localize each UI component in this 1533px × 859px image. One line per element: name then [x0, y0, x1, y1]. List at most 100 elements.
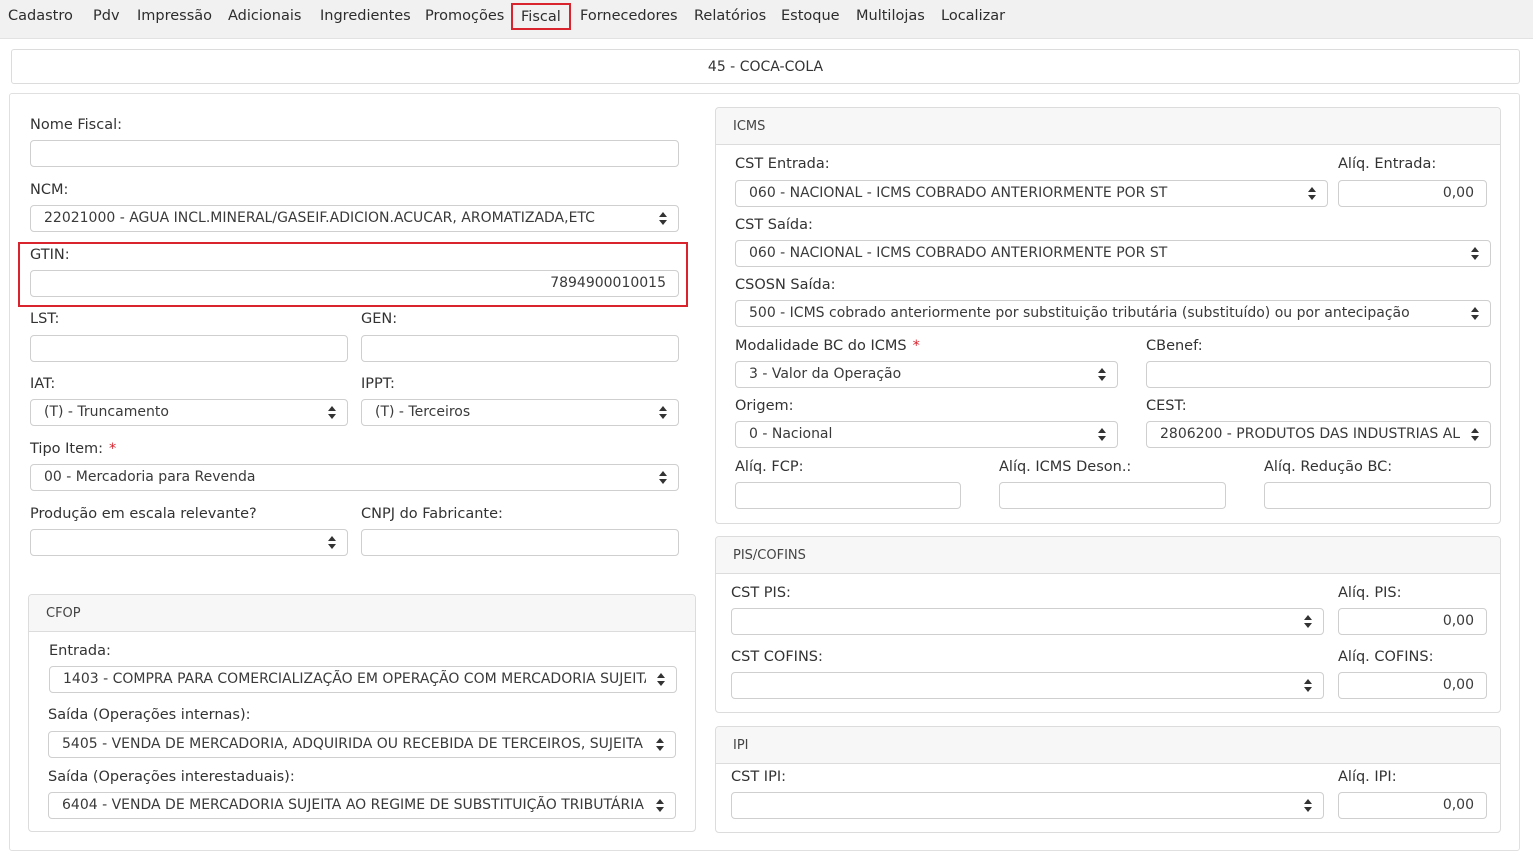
- origem-label: Origem:: [735, 398, 794, 414]
- aliq-ipi-label: Alíq. IPI:: [1338, 769, 1397, 785]
- gtin-label: GTIN:: [30, 247, 70, 263]
- aliq-reducao-bc-input[interactable]: [1264, 482, 1491, 509]
- aliq-pis-input[interactable]: 0,00: [1338, 608, 1487, 635]
- cst-saida-label: CST Saída:: [735, 217, 813, 233]
- menu-item-impressao[interactable]: Impressão: [137, 8, 212, 24]
- cst-pis-label: CST PIS:: [731, 585, 791, 601]
- select-arrows-icon: [657, 673, 666, 686]
- select-arrows-icon: [1304, 615, 1313, 628]
- cfop-entrada-value: 1403 - COMPRA PARA COMERCIALIZAÇÃO EM OP…: [63, 671, 646, 687]
- top-menu-bar: Cadastro Pdv Impressão Adicionais Ingred…: [0, 0, 1533, 39]
- tipo-item-select[interactable]: 00 - Mercadoria para Revenda: [30, 464, 679, 491]
- select-arrows-icon: [328, 536, 337, 549]
- cst-entrada-value: 060 - NACIONAL - ICMS COBRADO ANTERIORME…: [749, 185, 1168, 201]
- cfop-saida-interestaduais-label: Saída (Operações interestaduais):: [48, 769, 295, 785]
- aliq-icms-deson-input[interactable]: [999, 482, 1226, 509]
- select-arrows-icon: [656, 799, 665, 812]
- cest-value: 2806200 - PRODUTOS DAS INDUSTRIAS ALIMEN…: [1160, 426, 1460, 442]
- lst-label: LST:: [30, 311, 60, 327]
- menu-item-relatorios[interactable]: Relatórios: [694, 8, 766, 24]
- cfop-saida-internas-value: 5405 - VENDA DE MERCADORIA, ADQUIRIDA OU…: [62, 736, 645, 752]
- cst-entrada-select[interactable]: 060 - NACIONAL - ICMS COBRADO ANTERIORME…: [735, 180, 1328, 207]
- nome-fiscal-label: Nome Fiscal:: [30, 117, 123, 133]
- aliq-cofins-label: Alíq. COFINS:: [1338, 649, 1434, 665]
- modalidade-bc-select[interactable]: 3 - Valor da Operação: [735, 361, 1118, 388]
- icms-card-header: ICMS: [716, 108, 1500, 145]
- cfop-card-header: CFOP: [29, 595, 695, 632]
- iat-label: IAT:: [30, 376, 56, 392]
- cbenef-input[interactable]: [1146, 361, 1491, 388]
- modalidade-bc-value: 3 - Valor da Operação: [749, 366, 902, 382]
- iat-value: (T) - Truncamento: [44, 404, 169, 420]
- aliq-fcp-input[interactable]: [735, 482, 961, 509]
- cfop-entrada-select[interactable]: 1403 - COMPRA PARA COMERCIALIZAÇÃO EM OP…: [49, 666, 677, 693]
- cfop-saida-internas-select[interactable]: 5405 - VENDA DE MERCADORIA, ADQUIRIDA OU…: [48, 731, 676, 758]
- cest-label: CEST:: [1146, 398, 1187, 414]
- select-arrows-icon: [659, 471, 668, 484]
- menu-item-estoque[interactable]: Estoque: [781, 8, 840, 24]
- cst-saida-select[interactable]: 060 - NACIONAL - ICMS COBRADO ANTERIORME…: [735, 240, 1491, 267]
- cbenef-label: CBenef:: [1146, 338, 1203, 354]
- menu-item-ingredientes[interactable]: Ingredientes: [320, 8, 411, 24]
- pis-cofins-card-header: PIS/COFINS: [716, 537, 1500, 574]
- menu-item-promocoes[interactable]: Promoções: [425, 8, 504, 24]
- cnpj-fabricante-input[interactable]: [361, 529, 679, 556]
- cst-entrada-label: CST Entrada:: [735, 156, 830, 172]
- gen-label: GEN:: [361, 311, 398, 327]
- tipo-item-label: Tipo Item: *: [30, 441, 116, 457]
- select-arrows-icon: [656, 738, 665, 751]
- ncm-label: NCM:: [30, 182, 69, 198]
- aliq-pis-label: Alíq. PIS:: [1338, 585, 1402, 601]
- select-arrows-icon: [659, 406, 668, 419]
- required-mark: *: [912, 338, 920, 354]
- menu-item-fornecedores[interactable]: Fornecedores: [580, 8, 678, 24]
- modalidade-bc-label-text: Modalidade BC do ICMS: [735, 338, 907, 354]
- csosn-saida-select[interactable]: 500 - ICMS cobrado anteriormente por sub…: [735, 300, 1491, 327]
- menu-item-adicionais[interactable]: Adicionais: [228, 8, 301, 24]
- menu-item-pdv[interactable]: Pdv: [93, 8, 120, 24]
- origem-select[interactable]: 0 - Nacional: [735, 421, 1118, 448]
- aliq-cofins-input[interactable]: 0,00: [1338, 672, 1487, 699]
- menu-item-multilojas[interactable]: Multilojas: [856, 8, 925, 24]
- modalidade-bc-label: Modalidade BC do ICMS *: [735, 338, 920, 354]
- iat-select[interactable]: (T) - Truncamento: [30, 399, 348, 426]
- gtin-input[interactable]: 7894900010015: [30, 270, 679, 297]
- cfop-entrada-label: Entrada:: [49, 643, 111, 659]
- cst-ipi-select[interactable]: [731, 792, 1324, 819]
- aliq-ipi-input[interactable]: 0,00: [1338, 792, 1487, 819]
- aliq-reducao-bc-label: Alíq. Redução BC:: [1264, 459, 1393, 475]
- producao-escala-label: Produção em escala relevante?: [30, 506, 257, 522]
- ncm-select[interactable]: 22021000 - AGUA INCL.MINERAL/GASEIF.ADIC…: [30, 205, 679, 232]
- select-arrows-icon: [328, 406, 337, 419]
- ippt-label: IPPT:: [361, 376, 395, 392]
- cfop-saida-interestaduais-value: 6404 - VENDA DE MERCADORIA SUJEITA AO RE…: [62, 797, 645, 813]
- select-arrows-icon: [1471, 247, 1480, 260]
- cst-cofins-select[interactable]: [731, 672, 1324, 699]
- producao-escala-select[interactable]: [30, 529, 348, 556]
- lst-input[interactable]: [30, 335, 348, 362]
- tipo-item-label-text: Tipo Item:: [30, 441, 104, 457]
- product-title: 45 - COCA-COLA: [11, 49, 1520, 84]
- nome-fiscal-input[interactable]: [30, 140, 679, 167]
- gen-input[interactable]: [361, 335, 679, 362]
- cst-ipi-label: CST IPI:: [731, 769, 786, 785]
- select-arrows-icon: [1471, 307, 1480, 320]
- origem-value: 0 - Nacional: [749, 426, 833, 442]
- cest-select[interactable]: 2806200 - PRODUTOS DAS INDUSTRIAS ALIMEN…: [1146, 421, 1491, 448]
- select-arrows-icon: [1308, 187, 1317, 200]
- ippt-select[interactable]: (T) - Terceiros: [361, 399, 679, 426]
- aliq-entrada-input[interactable]: 0,00: [1338, 180, 1487, 207]
- required-mark: *: [109, 441, 117, 457]
- cst-pis-select[interactable]: [731, 608, 1324, 635]
- cfop-saida-interestaduais-select[interactable]: 6404 - VENDA DE MERCADORIA SUJEITA AO RE…: [48, 792, 676, 819]
- select-arrows-icon: [1098, 428, 1107, 441]
- aliq-entrada-label: Alíq. Entrada:: [1338, 156, 1437, 172]
- csosn-saida-label: CSOSN Saída:: [735, 277, 836, 293]
- select-arrows-icon: [1471, 428, 1480, 441]
- cfop-saida-internas-label: Saída (Operações internas):: [48, 707, 251, 723]
- ippt-value: (T) - Terceiros: [375, 404, 471, 420]
- menu-item-localizar[interactable]: Localizar: [941, 8, 1005, 24]
- menu-item-cadastro[interactable]: Cadastro: [8, 8, 73, 24]
- cst-saida-value: 060 - NACIONAL - ICMS COBRADO ANTERIORME…: [749, 245, 1168, 261]
- menu-item-fiscal[interactable]: Fiscal: [511, 3, 571, 30]
